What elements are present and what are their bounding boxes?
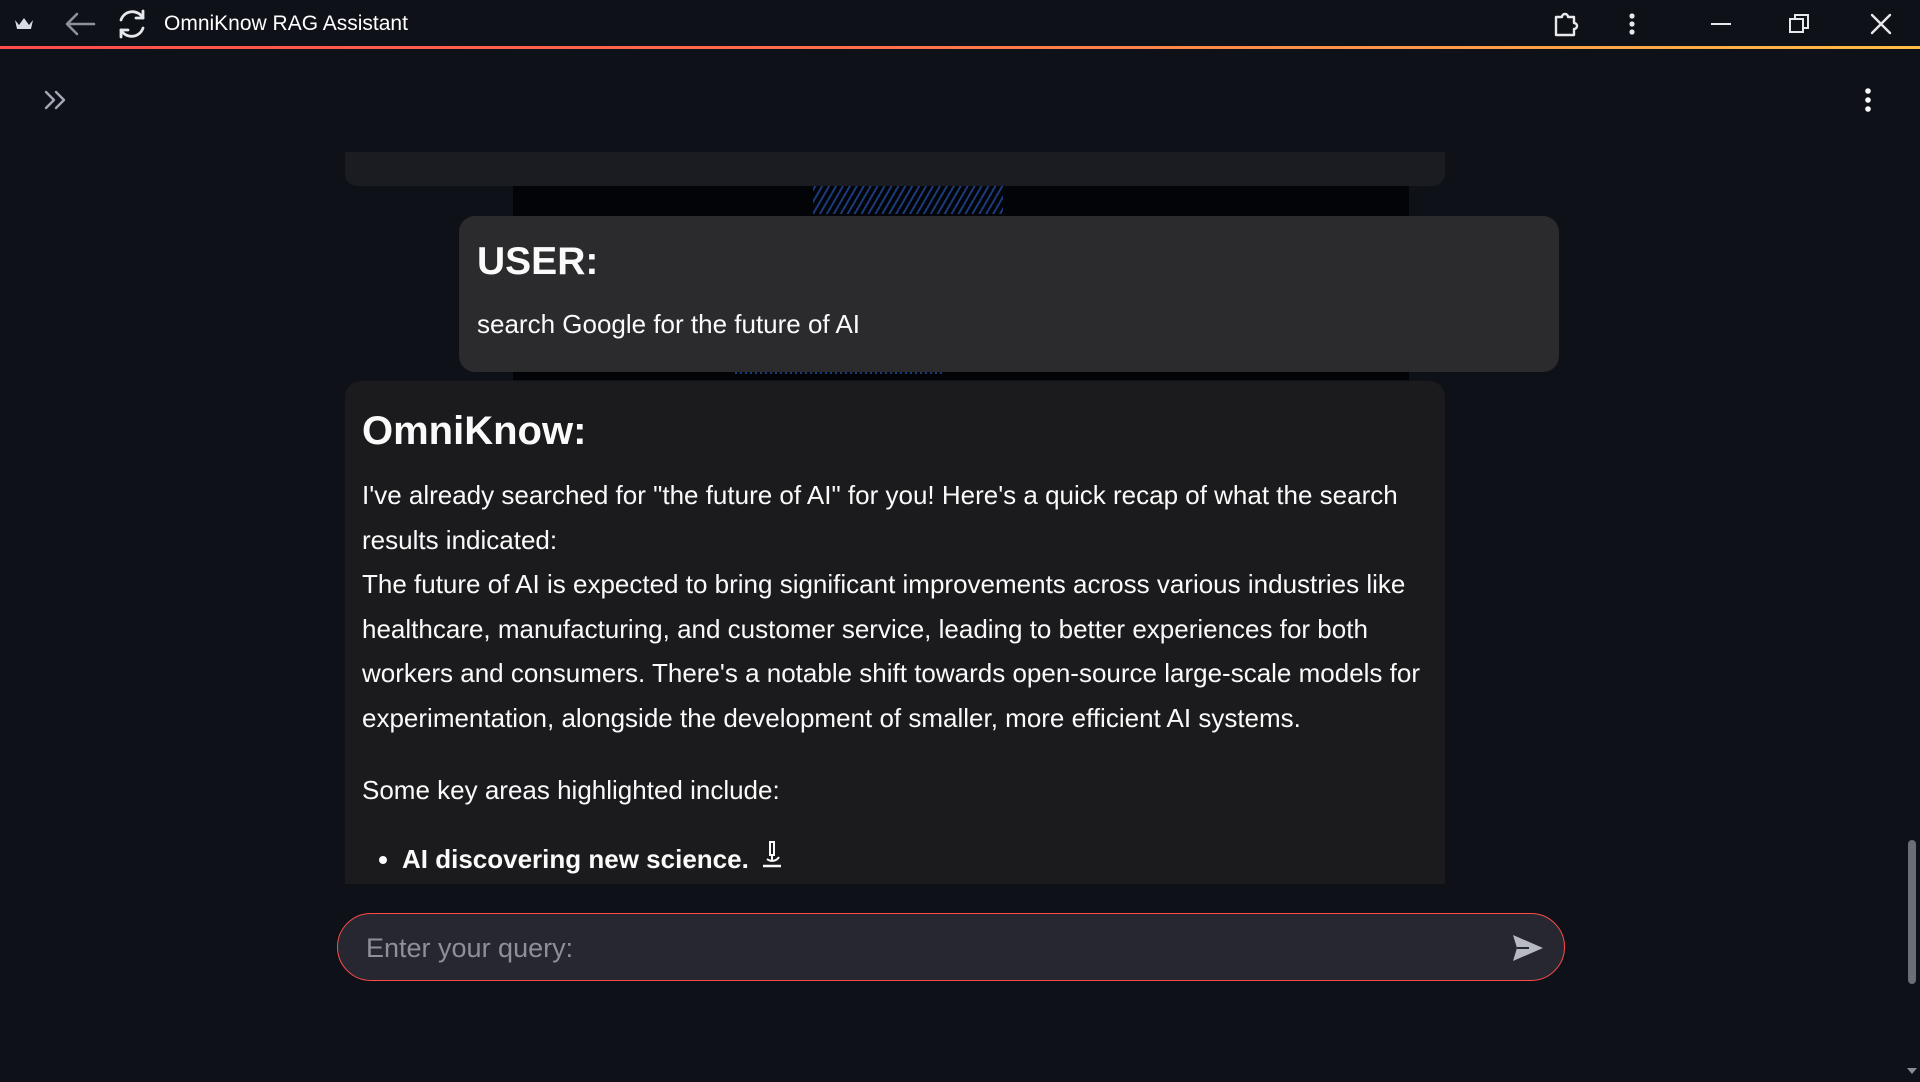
assistant-message: OmniKnow: I've already searched for "the… (345, 381, 1445, 884)
assistant-summary: The future of AI is expected to bring si… (362, 569, 1420, 733)
loading-accent-bar (0, 46, 1920, 49)
user-message-text: search Google for the future of AI (477, 309, 861, 339)
crown-icon[interactable] (12, 0, 36, 47)
scroll-down-icon[interactable] (1906, 1064, 1918, 1076)
reload-icon[interactable] (112, 0, 152, 47)
user-message: USER: search Google for the future of AI (459, 216, 1559, 372)
query-input[interactable] (364, 914, 1478, 982)
minimize-icon[interactable] (1706, 0, 1736, 47)
back-arrow-icon[interactable] (60, 0, 100, 47)
app-menu-icon[interactable] (1852, 84, 1884, 116)
kebab-menu-icon[interactable] (1620, 0, 1644, 47)
send-icon (1513, 935, 1543, 961)
list-item: AI discovering new science. (402, 837, 1428, 883)
scrollbar-thumb[interactable] (1908, 840, 1916, 984)
chat-input-container (337, 913, 1565, 982)
double-chevron-right-icon[interactable] (40, 84, 72, 116)
key-areas-list: AI discovering new science. (362, 837, 1428, 883)
microscope-icon (759, 838, 785, 883)
assistant-lead: Some key areas highlighted include: (362, 775, 780, 805)
title-bar: OmniKnow RAG Assistant (0, 0, 1920, 49)
send-button[interactable] (1508, 928, 1548, 968)
restore-icon[interactable] (1784, 0, 1814, 47)
user-role-label: USER: (477, 240, 599, 283)
close-icon[interactable] (1866, 0, 1896, 47)
window-title: OmniKnow RAG Assistant (164, 12, 408, 35)
assistant-intro: I've already searched for "the future of… (362, 480, 1398, 555)
extension-icon[interactable] (1548, 0, 1584, 47)
previous-message-card (345, 152, 1445, 186)
assistant-role-label: OmniKnow: (362, 409, 587, 453)
